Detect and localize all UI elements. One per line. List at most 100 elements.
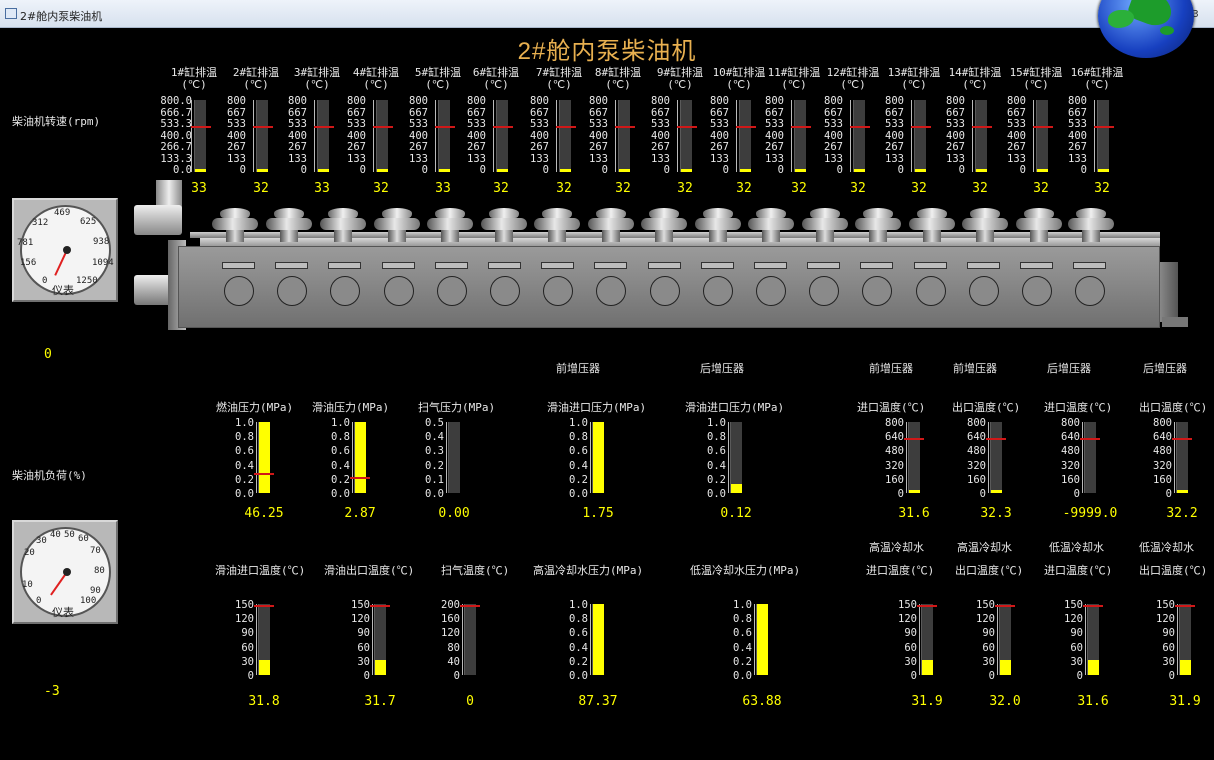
gauge-value: -9999.0	[1062, 506, 1118, 521]
bar-fill	[497, 169, 508, 172]
scale-ruler	[1080, 604, 1086, 675]
cylinder-scale: 800 667 533 400 267 133 0	[756, 95, 784, 177]
scale-tick: 800	[1061, 417, 1080, 429]
dial-tick: 80	[94, 566, 105, 576]
gauge-value: 32.2	[1166, 506, 1198, 521]
engine-port	[490, 276, 520, 306]
cylinder-value: 32	[850, 181, 866, 196]
load-value: -3	[44, 684, 60, 699]
scale-tick: 0.4	[569, 459, 588, 472]
scale-tick: 0.5	[425, 417, 444, 429]
cylinder-head	[1068, 208, 1114, 242]
scale-tick: 640	[967, 431, 986, 444]
bar-fill	[795, 169, 806, 172]
scale-tick: 1.0	[235, 417, 254, 429]
cylinder-unit: (℃)	[243, 78, 269, 91]
scale-tick: 60	[982, 641, 995, 654]
cylinder-bar	[556, 100, 576, 172]
scale-tick: 800	[824, 95, 843, 107]
scale-tick: 800	[1007, 95, 1026, 107]
cylinder-head	[962, 208, 1008, 242]
bar-fill	[619, 169, 630, 172]
cylinder-head	[909, 208, 955, 242]
alarm-marker	[493, 126, 513, 128]
scale-tick: 60	[1162, 641, 1175, 654]
window-titlebar: 2#舱内泵柴油机 63	[0, 0, 1214, 28]
scale-tick: 0.2	[569, 473, 588, 486]
scale-tick: 0	[1076, 670, 1083, 683]
scale-tick: 533	[885, 118, 904, 130]
head-cap	[328, 208, 358, 218]
gauge-label: 滑油进口压力(MPa)	[685, 401, 785, 414]
engine-slot	[1073, 262, 1107, 269]
header-ht-water-2: 高温冷却水	[957, 541, 1012, 554]
head-ring	[266, 218, 312, 230]
scale-ruler	[1172, 604, 1178, 675]
engine-port	[968, 276, 999, 306]
scale-tick: 800	[946, 95, 965, 107]
gauge-value: 2.87	[344, 506, 376, 521]
engine-port	[809, 276, 840, 306]
alarm-marker	[917, 605, 937, 607]
scale-tick: 267	[885, 141, 904, 153]
scale-tick: 800	[885, 417, 904, 429]
scale-tick: 90	[1070, 627, 1083, 640]
scale-tick: 480	[885, 445, 904, 458]
cylinder-bar	[850, 100, 870, 172]
alarm-marker	[435, 126, 455, 128]
scale-tick: 533	[288, 118, 307, 130]
alarm-marker	[972, 126, 992, 128]
bar-fill	[681, 169, 692, 172]
scale-tick: 30	[1070, 655, 1083, 668]
gauge-bar	[592, 604, 604, 675]
dial-tick: 625	[80, 217, 97, 227]
scale-tick: 0	[1073, 488, 1080, 501]
scale-tick: 533	[765, 118, 784, 130]
bar-fill	[1177, 490, 1188, 493]
scale-tick: 0.6	[733, 627, 752, 640]
cylinder-bar	[493, 100, 513, 172]
scale-tick: 0	[777, 164, 784, 176]
cylinder-head	[855, 208, 901, 242]
head-stem	[602, 230, 620, 242]
scale-ruler	[251, 422, 257, 493]
engine-port	[383, 276, 414, 306]
engine-foot	[1162, 317, 1188, 327]
scale-tick: 150	[898, 599, 917, 611]
cylinder-value: 32	[373, 181, 389, 196]
engine-slot	[647, 262, 681, 269]
dial-tick: 40	[50, 530, 61, 540]
cylinder-bar	[1033, 100, 1053, 172]
cylinder-scale: 800 667 533 400 267 133 0	[815, 95, 843, 177]
head-ring	[1016, 218, 1062, 230]
cylinder-head	[802, 208, 848, 242]
head-stem	[655, 230, 673, 242]
cylinder-unit: (℃)	[181, 78, 207, 91]
head-stem	[1082, 230, 1100, 242]
scale-tick: 320	[885, 459, 904, 472]
alarm-marker	[736, 126, 756, 128]
scale-tick: 0.4	[331, 459, 350, 472]
head-stem	[923, 230, 941, 242]
gauge-bar	[756, 604, 768, 675]
scale-tick: 1.0	[569, 599, 588, 611]
scale-ruler	[1028, 100, 1034, 172]
scale-tick: 1.0	[733, 599, 752, 611]
head-ring	[1068, 218, 1114, 230]
engine-port	[1022, 276, 1052, 306]
head-stem	[1030, 230, 1048, 242]
engine-slot	[275, 262, 309, 269]
scale-tick: 0.4	[733, 641, 752, 654]
speed-label: 柴油机转速(rpm)	[12, 115, 101, 128]
cylinder-head	[695, 208, 741, 242]
scale-tick: 0	[601, 164, 608, 176]
scale-tick: 160	[967, 473, 986, 486]
head-cap	[863, 208, 893, 218]
gauge-label: 进口温度(℃)	[866, 564, 935, 577]
scale-tick: 200	[441, 599, 460, 611]
header-ht-water-1: 高温冷却水	[869, 541, 924, 554]
scale-ruler	[441, 422, 447, 493]
bar-fill	[991, 490, 1002, 493]
bar-fill	[375, 660, 386, 675]
cylinder-unit: (℃)	[840, 78, 866, 91]
